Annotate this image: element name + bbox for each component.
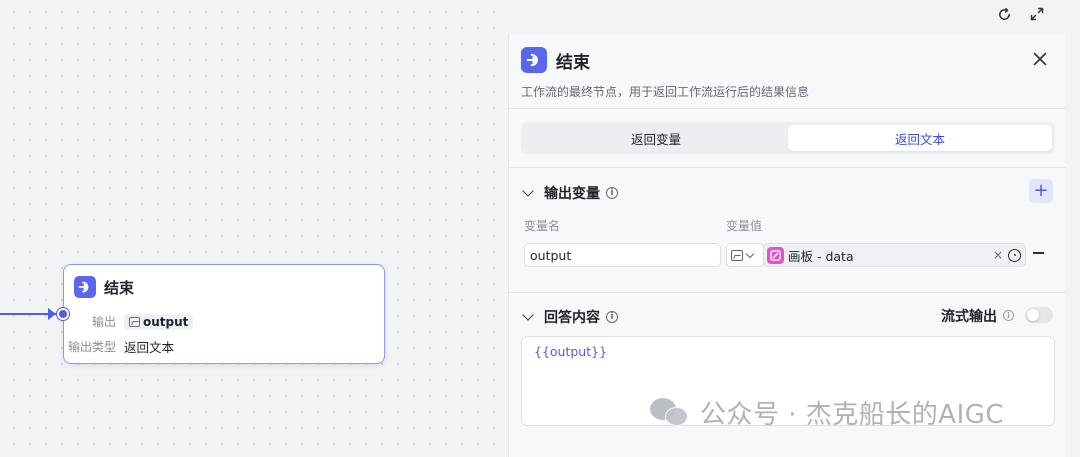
answer-content-text: {{output}} [534, 344, 608, 359]
image-icon [129, 316, 140, 327]
panel-title: 结束 [556, 52, 590, 73]
end-node-header: 结束 [74, 276, 134, 298]
stream-output-toggle[interactable] [1025, 307, 1053, 323]
return-mode-tabs: 返回变量 返回文本 [521, 122, 1055, 154]
output-type-value: 返回文本 [124, 340, 175, 355]
variable-value-column-label: 变量值 [726, 219, 763, 233]
panel-description: 工作流的最终节点，用于返回工作流运行后的结果信息 [521, 85, 810, 99]
end-node-icon [74, 276, 96, 298]
add-variable-button[interactable]: + [1029, 179, 1053, 203]
refresh-icon[interactable] [995, 5, 1013, 23]
answer-section-header[interactable]: 回答内容 i [521, 307, 618, 327]
clear-value-icon[interactable]: × [993, 248, 1003, 262]
remove-variable-icon[interactable] [1033, 252, 1044, 254]
end-node[interactable]: 结束 输出 output 输出类型 返回文本 [63, 264, 385, 364]
chevron-down-icon[interactable] [522, 309, 534, 321]
panel-header: 结束 [521, 47, 590, 73]
answer-section-title: 回答内容 [544, 310, 600, 326]
variable-type-select[interactable] [726, 243, 764, 267]
edge-arrow-icon [48, 308, 56, 320]
expand-icon[interactable] [1028, 5, 1046, 23]
output-chip: output [124, 313, 194, 330]
stream-output-label: 流式输出 [941, 309, 997, 325]
output-label: 输出 [91, 315, 116, 329]
info-icon[interactable]: i [606, 311, 618, 323]
end-node-output-row: 输出 output [64, 313, 194, 330]
close-icon[interactable] [1033, 49, 1047, 69]
variable-reference-icon[interactable] [1008, 248, 1021, 262]
variable-name-input[interactable]: output [524, 243, 721, 267]
end-node-type-row: 输出类型 返回文本 [64, 337, 174, 356]
tab-return-variable[interactable]: 返回变量 [524, 125, 788, 151]
divider [509, 108, 1066, 109]
end-node-title: 结束 [104, 278, 135, 297]
canvas-node-icon [767, 246, 784, 264]
tab-return-text[interactable]: 返回文本 [788, 125, 1052, 151]
info-icon[interactable]: i [606, 187, 618, 199]
watermark: 公众号 · 杰克船长的AIGC [650, 394, 1004, 431]
chevron-down-icon [745, 249, 755, 258]
output-section-header[interactable]: 输出变量 i [521, 183, 618, 203]
variable-value-text: 画板 - data [788, 248, 854, 264]
wechat-icon [650, 396, 692, 430]
output-section-title: 输出变量 [544, 186, 600, 202]
variable-value-field[interactable]: 画板 - data × [763, 243, 1026, 267]
divider [509, 292, 1066, 293]
output-type-label: 输出类型 [67, 340, 116, 354]
image-icon [731, 249, 743, 261]
workflow-canvas[interactable] [0, 0, 508, 457]
node-input-handle[interactable] [57, 308, 69, 320]
output-chip-label: output [143, 314, 189, 329]
watermark-text: 公众号 · 杰克船长的AIGC [700, 400, 1005, 430]
end-node-icon [521, 47, 547, 73]
divider [509, 167, 1066, 168]
variable-name-value: output [530, 247, 572, 263]
variable-name-column-label: 变量名 [524, 219, 561, 233]
chevron-down-icon[interactable] [522, 185, 534, 197]
info-icon[interactable]: i [1003, 310, 1014, 321]
